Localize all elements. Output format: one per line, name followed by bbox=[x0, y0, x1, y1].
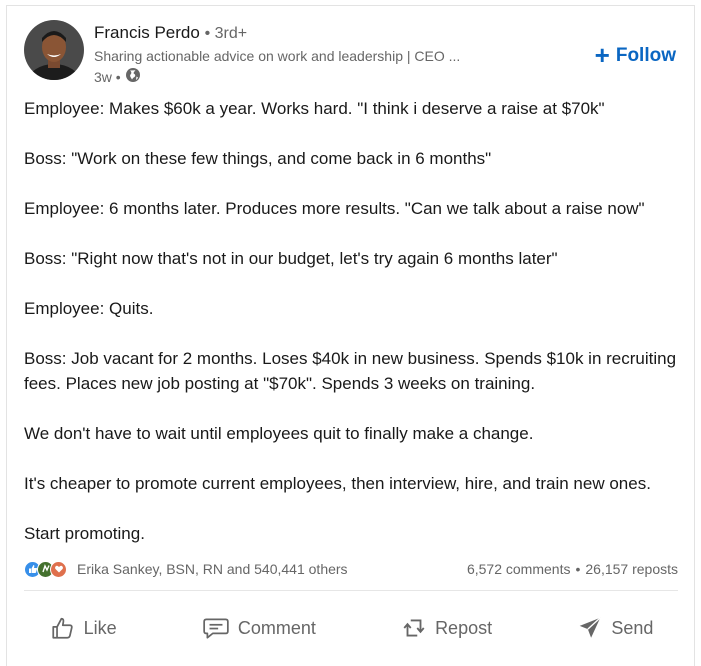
reactions-summary[interactable] bbox=[24, 560, 67, 578]
repost-label: Repost bbox=[435, 617, 493, 638]
social-counts: Erika Sankey, BSN, RN and 540,441 others… bbox=[24, 558, 678, 580]
post-body: Employee: Makes $60k a year. Works hard.… bbox=[24, 96, 688, 546]
send-icon bbox=[577, 615, 603, 641]
divider bbox=[24, 590, 678, 591]
comments-count[interactable]: 6,572 comments bbox=[467, 561, 571, 577]
plus-icon: + bbox=[594, 39, 610, 70]
author-avatar[interactable] bbox=[24, 20, 84, 80]
like-label: Like bbox=[83, 617, 117, 638]
post-time: 3w • bbox=[94, 68, 121, 85]
love-icon bbox=[50, 560, 67, 578]
send-button[interactable]: Send bbox=[563, 605, 667, 651]
post-paragraph: We don't have to wait until employees qu… bbox=[24, 424, 534, 443]
comment-label: Comment bbox=[237, 617, 316, 638]
engagement-counts: 6,572 comments • 26,157 reposts bbox=[467, 561, 678, 577]
author-headline[interactable]: Sharing actionable advice on work and le… bbox=[94, 48, 460, 64]
like-thumb-icon bbox=[50, 615, 76, 641]
repost-button[interactable]: Repost bbox=[387, 605, 506, 651]
follow-label: Follow bbox=[615, 45, 676, 66]
count-separator: • bbox=[575, 561, 581, 577]
post-paragraph: Boss: Job vacant for 2 months. Loses $40… bbox=[24, 349, 677, 393]
post-actions: Like Comment Repost Send bbox=[7, 602, 696, 654]
reposts-count[interactable]: 26,157 reposts bbox=[585, 561, 678, 577]
post-card: Francis Perdo • 3rd+ Sharing actionable … bbox=[6, 5, 695, 666]
post-paragraph: Employee: Quits. bbox=[24, 299, 154, 318]
post-paragraph: It's cheaper to promote current employee… bbox=[24, 474, 651, 493]
post-paragraph: Start promoting. bbox=[24, 524, 145, 543]
send-label: Send bbox=[611, 617, 654, 638]
follow-button[interactable]: + Follow bbox=[595, 41, 676, 71]
avatar-image bbox=[24, 20, 84, 80]
post-paragraph: Boss: "Right now that's not in our budge… bbox=[24, 249, 558, 268]
post-paragraph: Employee: 6 months later. Produces more … bbox=[24, 199, 645, 218]
author-name[interactable]: Francis Perdo bbox=[94, 23, 200, 42]
reactors-text[interactable]: Erika Sankey, BSN, RN and 540,441 others bbox=[77, 561, 348, 577]
comment-button[interactable]: Comment bbox=[188, 605, 330, 651]
like-button[interactable]: Like bbox=[36, 605, 131, 651]
post-meta: 3w • bbox=[94, 67, 141, 86]
connection-degree: • 3rd+ bbox=[204, 25, 248, 42]
post-paragraph: Employee: Makes $60k a year. Works hard.… bbox=[24, 99, 605, 118]
globe-icon bbox=[125, 67, 141, 86]
repost-icon bbox=[401, 615, 427, 641]
post-paragraph: Boss: "Work on these few things, and com… bbox=[24, 149, 492, 168]
author-name-row: Francis Perdo • 3rd+ bbox=[94, 23, 247, 43]
comment-icon bbox=[202, 615, 230, 641]
